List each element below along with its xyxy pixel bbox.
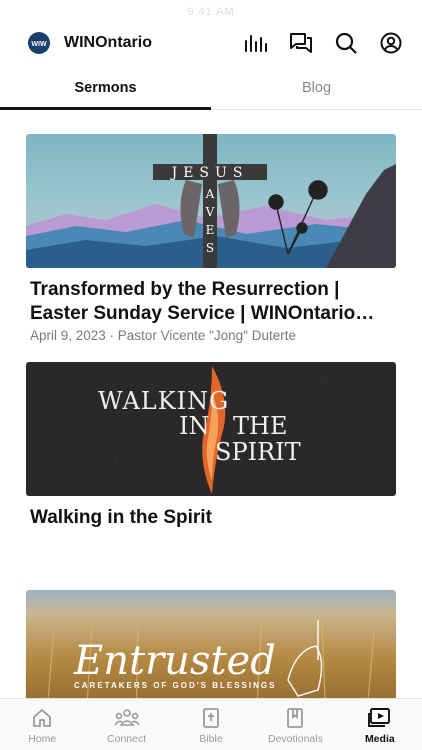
media-title[interactable]: Walking in the Spirit [26,506,396,530]
connect-icon [113,709,140,726]
svg-text:E: E [206,223,215,237]
nav-home[interactable]: Home [0,699,84,750]
tab-sermons[interactable]: Sermons [0,74,211,110]
app-header: WIW WINOntario [0,25,422,61]
nav-label: Bible [199,733,223,745]
app-title: WINOntario [64,34,152,51]
svg-text:Entrusted: Entrusted [73,638,276,684]
nav-label: Connect [107,733,147,745]
logo-icon: WIW [28,32,50,54]
svg-text:WIW: WIW [31,41,47,48]
status-bar: 9:41 AM [187,6,235,18]
sermon-thumbnail-walking-in-the-spirit[interactable]: WALKING IN THE SPIRIT [26,362,396,496]
nav-media[interactable]: Media [338,699,422,750]
nav-devotionals[interactable]: Devotionals [253,699,337,750]
media-meta: April 9, 2023 · Pastor Vicente "Jong" Du… [30,328,296,343]
app-screen: 9:41 AM WIW WINOntario Sermons Blog JESU… [0,0,422,750]
bottom-nav: Home Connect Bible Devotionals Media [0,698,422,750]
bible-icon [203,708,219,728]
search-icon[interactable] [333,30,359,56]
svg-text:WALKING: WALKING [98,387,229,415]
nav-label: Media [364,733,395,745]
profile-icon[interactable] [378,30,404,56]
nav-connect[interactable]: Connect [84,699,168,750]
media-title[interactable]: Transformed by the Resurrection | Easter… [26,278,396,326]
svg-text:JESUS: JESUS [170,165,249,181]
nav-bible[interactable]: Bible [169,699,253,750]
svg-text:IN: IN [179,412,209,440]
tab-blog[interactable]: Blog [211,74,422,109]
sermon-thumbnail-jesus-saves[interactable]: JESUS AVES [26,134,396,268]
chat-icon[interactable] [288,30,314,56]
nav-label: Home [28,733,57,745]
svg-text:CARETAKERS OF GOD'S BLESSINGS: CARETAKERS OF GOD'S BLESSINGS [74,681,276,690]
audio-icon[interactable] [243,30,269,56]
home-icon [33,709,52,727]
media-card[interactable]: JESUS AVES Transformed by the Resurrecti… [26,134,396,343]
media-card[interactable]: WALKING IN THE SPIRIT Walking in the Spi… [26,362,396,530]
devotionals-icon [287,708,304,728]
app-logo: WIW [28,32,50,54]
svg-text:S: S [206,241,214,255]
svg-text:SPIRIT: SPIRIT [215,438,301,466]
svg-text:THE: THE [233,412,287,440]
tab-bar: Sermons Blog [0,74,422,110]
svg-text:A: A [205,187,215,201]
media-icon [367,708,390,727]
nav-label: Devotionals [267,733,323,745]
svg-text:V: V [205,205,215,219]
